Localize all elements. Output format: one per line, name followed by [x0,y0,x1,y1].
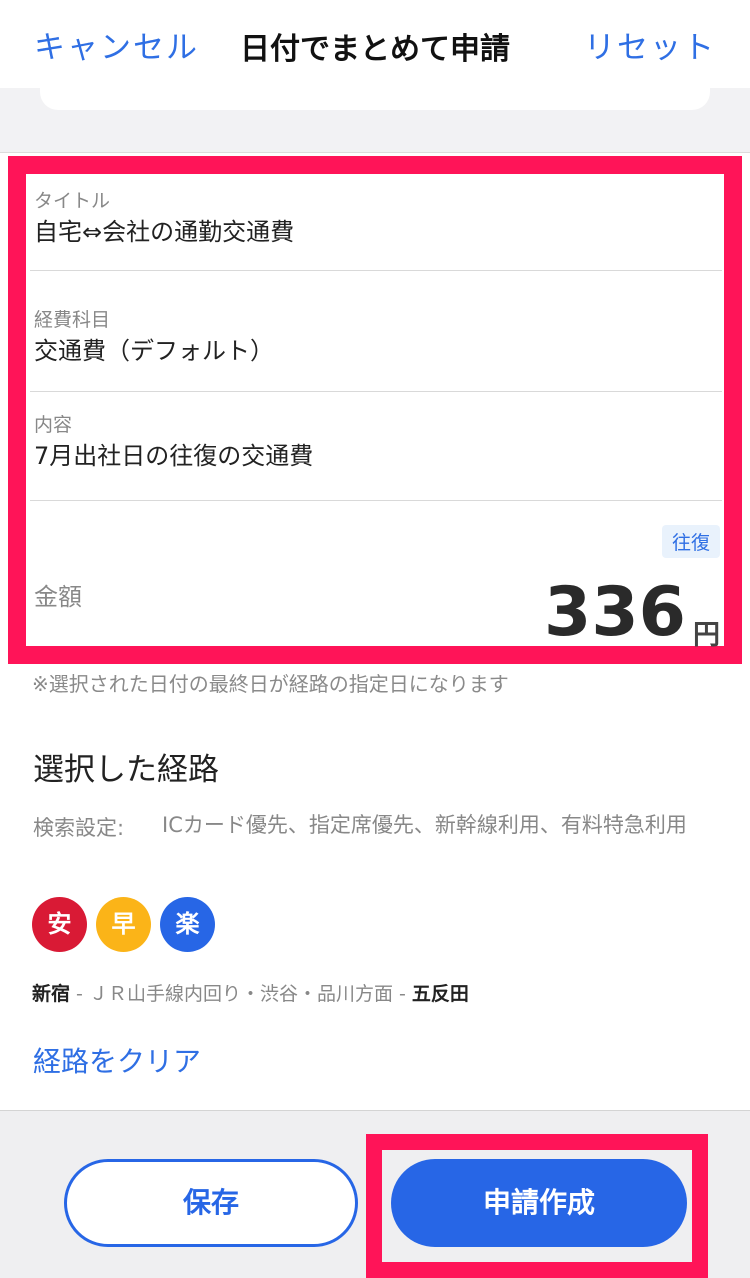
search-settings-label: 検索設定: [33,816,125,840]
cancel-button[interactable]: キャンセル [34,22,199,67]
title-field[interactable]: タイトル 自宅⇔会社の通勤交通費 [30,174,722,271]
destination-station: 五反田 [411,983,469,1005]
section-separator [0,88,750,153]
content-value: 7月出社日の往復の交通費 [34,442,314,470]
date-note: ※選択された日付の最終日が経路の指定日になります [32,672,509,696]
train-line: ＪＲ山手線内回り・渋谷・品川方面 [88,983,393,1005]
route-separator: - [392,983,412,1005]
content-label: 内容 [34,414,73,436]
search-settings-value: ICカード優先、指定席優先、新幹線利用、有料特急利用 [162,813,687,837]
currency-unit: 円 [693,620,720,651]
expense-form-highlighted: タイトル 自宅⇔会社の通勤交通費 経費科目 交通費（デフォルト） 内容 7月出社… [8,156,742,664]
category-value: 交通費（デフォルト） [34,337,274,365]
easiest-badge: 楽 [160,897,215,952]
reset-button[interactable]: リセット [584,22,716,67]
create-application-button[interactable]: 申請作成 [391,1159,687,1247]
title-label: タイトル [34,190,111,212]
fastest-badge: 早 [96,897,151,952]
card-bottom-edge [40,88,710,110]
category-field[interactable]: 経費科目 交通費（デフォルト） [30,271,722,392]
route-separator: - [70,983,89,1005]
category-label: 経費科目 [34,309,111,331]
nav-bar: キャンセル 日付でまとめて申請 リセット [0,0,750,88]
content-field[interactable]: 内容 7月出社日の往復の交通費 [30,392,722,501]
origin-station: 新宿 [32,983,71,1005]
round-trip-badge: 往復 [661,525,720,558]
amount-field[interactable]: 往復 金額 336 円 [30,501,722,652]
save-button[interactable]: 保存 [64,1159,358,1247]
cheapest-badge: 安 [32,897,87,952]
route-heading: 選択した経路 [33,752,219,788]
title-value: 自宅⇔会社の通勤交通費 [34,218,295,246]
footer-bar: 保存 申請作成 [0,1110,750,1278]
amount-value: 336 [544,573,686,652]
amount-label: 金額 [34,583,82,611]
clear-route-link[interactable]: 経路をクリア [33,1040,201,1080]
route-summary: 新宿 - ＪＲ山手線内回り・渋谷・品川方面 - 五反田 [32,979,469,1006]
